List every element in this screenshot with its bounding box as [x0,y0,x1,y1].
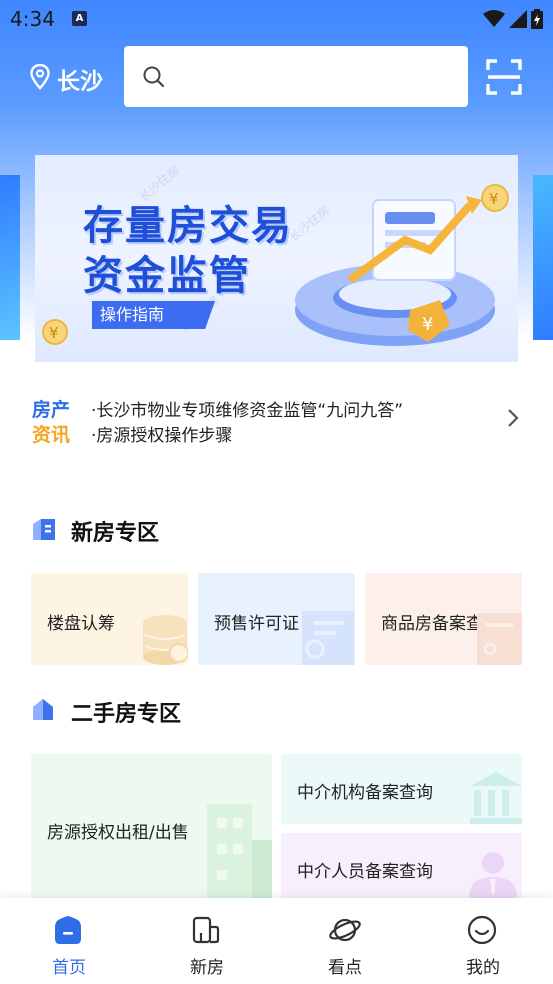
status-time: 4:34 [10,7,55,31]
building-icon [207,804,272,898]
svg-text:¥: ¥ [489,190,499,208]
tab-highlights[interactable]: 看点 [276,898,414,984]
document-icon [477,613,522,665]
wifi-icon [483,10,505,27]
second-hand-house-section-title: 二手房专区 [71,702,182,727]
news-tag-line2: 资讯 [32,424,71,446]
tab-new-house[interactable]: 新房 [138,898,276,984]
news-tag-line1: 房产 [32,399,71,421]
card-agency-record-query[interactable]: 中介机构备案查询 [281,754,522,824]
coin-icon: ¥ [42,319,68,345]
svg-text:¥: ¥ [422,314,433,335]
a-icon: A [72,11,87,26]
tab-home[interactable]: 首页 [0,898,138,984]
card-house-authorization-rent-sale[interactable]: 房源授权出租/出售 [31,754,272,898]
smile-icon [467,915,497,945]
card-presale-permit[interactable]: 预售许可证 [198,573,355,665]
institution-icon [470,772,522,824]
signal-icon [509,10,527,28]
planet-icon [329,918,361,942]
banner-title-line2: 资金监管 [83,253,251,299]
chevron-right-icon[interactable] [506,408,520,428]
scan-icon[interactable] [486,59,522,95]
card-commercial-housing-record-query[interactable]: 商品房备案查询 [365,573,522,665]
tab-mine[interactable]: 我的 [414,898,552,984]
svg-text:¥: ¥ [49,324,59,342]
tab-label: 首页 [52,958,86,978]
status-icons [483,9,543,29]
card-label: 中介人员备案查询 [297,862,433,882]
carousel-prev-slide[interactable] [0,175,20,340]
card-label: 中介机构备案查询 [297,783,433,803]
card-label: 楼盘认筹 [47,614,115,634]
carousel-next-slide[interactable] [533,175,553,340]
bottom-nav: 首页 新房 看点 我的 [0,898,553,984]
home-icon [55,916,81,944]
status-bar: 4:34 A [0,0,553,38]
search-icon [143,66,165,88]
card-label: 预售许可证 [214,614,299,634]
city-selector[interactable]: 长沙 [57,62,103,96]
battery-icon [531,9,543,29]
new-house-section-title: 新房专区 [71,521,160,546]
news-item[interactable]: ·房源授权操作步骤 [91,421,232,446]
card-label: 房源授权出租/出售 [47,823,189,843]
banner[interactable]: 长沙住房 长沙住房 长沙住房 长沙住房 存量房交易 资金监管 操作指南 ¥ ¥ … [35,155,518,362]
news-item[interactable]: ·长沙市物业专项维修资金监管“九问九答” [91,396,403,421]
house-section-icon [33,699,53,720]
agent-person-icon [469,852,517,898]
building-section-icon [33,519,55,540]
location-pin-icon[interactable] [30,64,50,90]
finance-illustration-icon: ¥ ¥ [295,184,509,346]
card-agent-personnel-record-query[interactable]: 中介人员备案查询 [281,833,522,898]
new-building-icon [192,916,220,944]
coin-stack-icon [143,615,188,665]
tab-label: 我的 [466,958,500,978]
operation-guide-button[interactable]: 操作指南 [92,301,215,329]
certificate-icon [302,611,354,665]
tab-label: 看点 [328,958,362,978]
card-property-subscription[interactable]: 楼盘认筹 [31,573,188,665]
tab-label: 新房 [190,958,224,978]
search-input[interactable] [124,46,468,107]
